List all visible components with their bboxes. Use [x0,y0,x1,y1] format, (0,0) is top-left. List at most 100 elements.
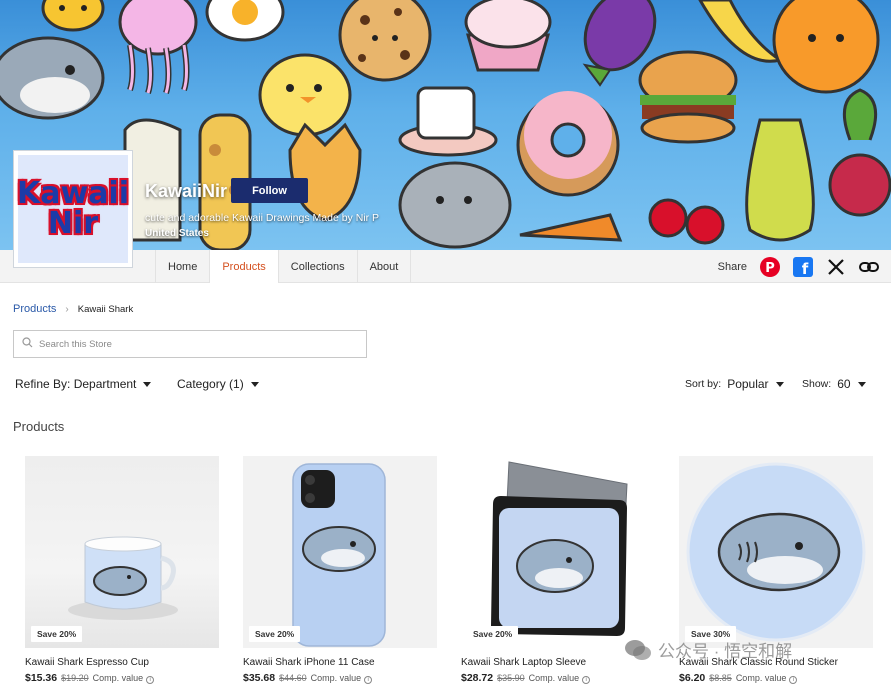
sort-value: Popular [727,377,769,391]
donut-sticker [516,91,620,197]
info-icon[interactable]: i [789,676,798,684]
cupcake-sticker [464,0,552,72]
product-image[interactable]: Save 30% [679,456,873,648]
product-card[interactable]: Save 20% Kawaii Shark Laptop Sleeve $28.… [461,456,655,684]
coffee-sticker [398,86,498,157]
product-title[interactable]: Kawaii Shark iPhone 11 Case [243,657,437,668]
department-filter-label: Refine By: Department [15,377,137,391]
sort-label: Sort by: [685,378,722,390]
fox-sticker [288,122,362,222]
carrot-sticker [519,213,623,242]
product-card[interactable]: Save 20% Kawaii Shark iPhone 11 Case $35… [243,456,437,684]
pinterest-icon[interactable]: P [759,256,781,278]
show-label: Show: [802,378,832,390]
tab-products[interactable]: Products [210,250,279,283]
radish-sticker [828,88,891,217]
tab-about[interactable]: About [358,250,412,283]
product-card[interactable]: Save 30% Kawaii Shark Classic Round Stic… [679,456,873,684]
product-price: $15.36 [25,672,58,684]
svg-text:P: P [765,261,775,276]
store-search[interactable] [13,330,367,358]
product-price: $35.68 [243,672,276,684]
tab-collections[interactable]: Collections [279,250,358,283]
pear-sticker [745,118,815,242]
breadcrumb-current: Kawaii Shark [77,303,134,315]
store-logo[interactable]: Kawaii Nir [13,150,133,268]
product-price-row: $35.68 $44.60 Comp. value i [243,672,437,684]
store-tabs: Home Products Collections About [155,250,412,283]
product-price-row: $28.72 $35.90 Comp. value i [461,672,655,684]
product-image[interactable]: Save 20% [25,456,219,648]
product-price-row: $15.36 $19.20 Comp. value i [25,672,219,684]
store-tagline: cute and adorable Kawaii Drawings Made b… [145,212,380,224]
original-price: $44.60 [279,673,307,683]
product-price: $6.20 [679,672,706,684]
product-title[interactable]: Kawaii Shark Classic Round Sticker [679,657,873,668]
share-label: Share [717,260,747,273]
product-image[interactable]: Save 20% [243,456,437,648]
product-card[interactable]: Save 20% Kawaii Shark Espresso Cup $15.3… [25,456,219,684]
facebook-icon[interactable]: f [792,256,814,278]
product-price: $28.72 [461,672,494,684]
section-title: Products [13,419,65,434]
info-icon[interactable]: i [146,676,155,684]
link-icon[interactable] [858,256,880,278]
store-nav-bar: Home Products Collections About Share P … [0,250,891,283]
espresso-cup-image [68,536,178,620]
info-icon[interactable]: i [582,676,591,684]
bee-sticker [41,0,105,32]
discount-badge: Save 20% [467,626,519,642]
laptop-sleeve-image [491,461,628,636]
store-country: United States [145,228,209,239]
info-icon[interactable]: i [364,676,373,684]
caret-down-icon [143,381,152,387]
egg-sticker [205,0,285,42]
breadcrumb-products-link[interactable]: Products [13,303,56,315]
comp-value-label: Comp. value [310,673,362,683]
sort-dropdown[interactable]: Sort by: Popular [685,377,784,391]
cherry-sticker [648,198,725,245]
burger-sticker [638,50,738,144]
logo-text-line1: Kawaii [16,176,130,211]
orange-sticker [772,0,880,94]
show-count-dropdown[interactable]: Show: 60 [802,377,866,391]
comp-value-label: Comp. value [528,673,580,683]
discount-badge: Save 30% [685,626,737,642]
product-price-row: $6.20 $8.85 Comp. value i [679,672,873,684]
tab-home[interactable]: Home [155,250,211,283]
caret-down-icon [775,381,784,387]
comp-value-label: Comp. value [735,673,787,683]
store-logo-art: Kawaii Nir [16,155,130,263]
search-input[interactable] [39,338,339,350]
follow-button[interactable]: Follow [231,178,308,203]
discount-badge: Save 20% [249,626,301,642]
elephant-sticker [398,161,512,249]
category-filter-label: Category (1) [177,377,244,391]
x-icon[interactable] [825,256,847,278]
banner-artwork [0,0,891,250]
shark-sticker [0,36,105,120]
product-title[interactable]: Kawaii Shark Espresso Cup [25,657,219,668]
jellyfish-sticker [118,0,198,94]
svg-text:f: f [802,260,809,277]
chevron-right-icon: › [65,303,69,315]
discount-badge: Save 20% [31,626,83,642]
original-price: $19.20 [61,673,89,683]
original-price: $8.85 [709,673,732,683]
show-value: 60 [837,377,851,391]
breadcrumb: Products › Kawaii Shark [13,303,133,315]
search-icon [22,335,33,353]
comp-value-label: Comp. value [92,673,144,683]
product-image[interactable]: Save 20% [461,456,655,648]
product-title[interactable]: Kawaii Shark Laptop Sleeve [461,657,655,668]
original-price: $35.90 [497,673,525,683]
store-name[interactable]: KawaiiNir [145,181,227,202]
share-area: Share P f [718,250,891,283]
department-filter-dropdown[interactable]: Refine By: Department [15,377,152,391]
banana-sticker [698,0,784,63]
logo-text-line2: Nir [47,206,99,241]
caret-down-icon [857,381,866,387]
caret-down-icon [250,381,259,387]
category-filter-dropdown[interactable]: Category (1) [177,377,259,391]
cookie-sticker [338,0,432,82]
